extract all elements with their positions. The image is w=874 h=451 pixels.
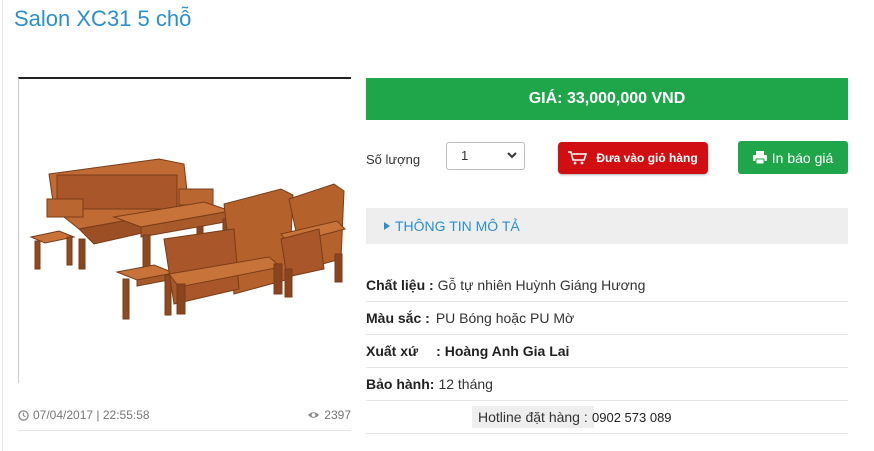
- spec-value: : Hoàng Anh Gia Lai: [436, 343, 570, 359]
- spec-key: Màu sắc :: [366, 310, 430, 326]
- quantity-select[interactable]: 1: [446, 142, 525, 170]
- sofa-set-illustration: [29, 158, 346, 320]
- view-count: 2397: [307, 408, 351, 422]
- views-text: 2397: [324, 408, 351, 422]
- printer-icon: [752, 151, 767, 164]
- caret-right-icon: [384, 222, 390, 230]
- date-text: 07/04/2017 | 22:55:58: [33, 408, 150, 422]
- print-quote-button[interactable]: In báo giá: [738, 141, 848, 174]
- spec-row-origin: Xuất xứ : Hoàng Anh Gia Lai: [366, 335, 848, 368]
- add-to-cart-label: Đưa vào giỏ hàng: [596, 151, 698, 165]
- cart-icon: [568, 151, 588, 165]
- print-quote-label: In báo giá: [771, 149, 834, 166]
- quantity-label: Số lượng: [366, 152, 421, 167]
- page-left-border: [2, 0, 3, 451]
- description-tab-bar: THÔNG TIN MÔ TẢ: [366, 208, 848, 244]
- product-meta: 07/04/2017 | 22:55:58 2397: [18, 403, 351, 431]
- chevron-down-icon: [507, 152, 517, 159]
- spec-row-material: Chất liệu : Gỗ tự nhiên Huỳnh Giáng Hươn…: [366, 269, 848, 302]
- spec-value: PU Bóng hoặc PU Mờ: [435, 310, 575, 326]
- spec-key: Chất liệu :: [366, 277, 434, 293]
- product-title: Salon XC31 5 chỗ: [14, 6, 192, 31]
- hotline-row: Hotline đặt hàng : 0902 573 089: [366, 402, 848, 434]
- spec-row-warranty: Bảo hành: 12 tháng: [366, 368, 848, 401]
- spec-row-color: Màu sắc : PU Bóng hoặc PU Mờ: [366, 302, 848, 335]
- eye-icon: [308, 412, 320, 418]
- quantity-value: 1: [461, 148, 469, 163]
- spec-value: 12 tháng: [438, 376, 493, 392]
- spec-value: Gỗ tự nhiên Huỳnh Giáng Hương: [437, 277, 646, 293]
- post-date: 07/04/2017 | 22:55:58: [18, 408, 150, 422]
- hotline-number[interactable]: 0902 573 089: [592, 410, 672, 425]
- spec-key: Xuất xứ: [366, 343, 419, 359]
- clock-icon: [18, 409, 29, 421]
- add-to-cart-button[interactable]: Đưa vào giỏ hàng: [558, 142, 708, 174]
- spec-key: Bảo hành:: [366, 376, 435, 392]
- tab-description-label: THÔNG TIN MÔ TẢ: [395, 218, 520, 234]
- price-banner: GIÁ: 33,000,000 VND: [366, 78, 848, 120]
- price-text: GIÁ: 33,000,000 VND: [528, 90, 686, 107]
- product-image[interactable]: [18, 77, 351, 383]
- hotline-label: Hotline đặt hàng :: [472, 406, 594, 428]
- tab-description[interactable]: THÔNG TIN MÔ TẢ: [384, 218, 520, 234]
